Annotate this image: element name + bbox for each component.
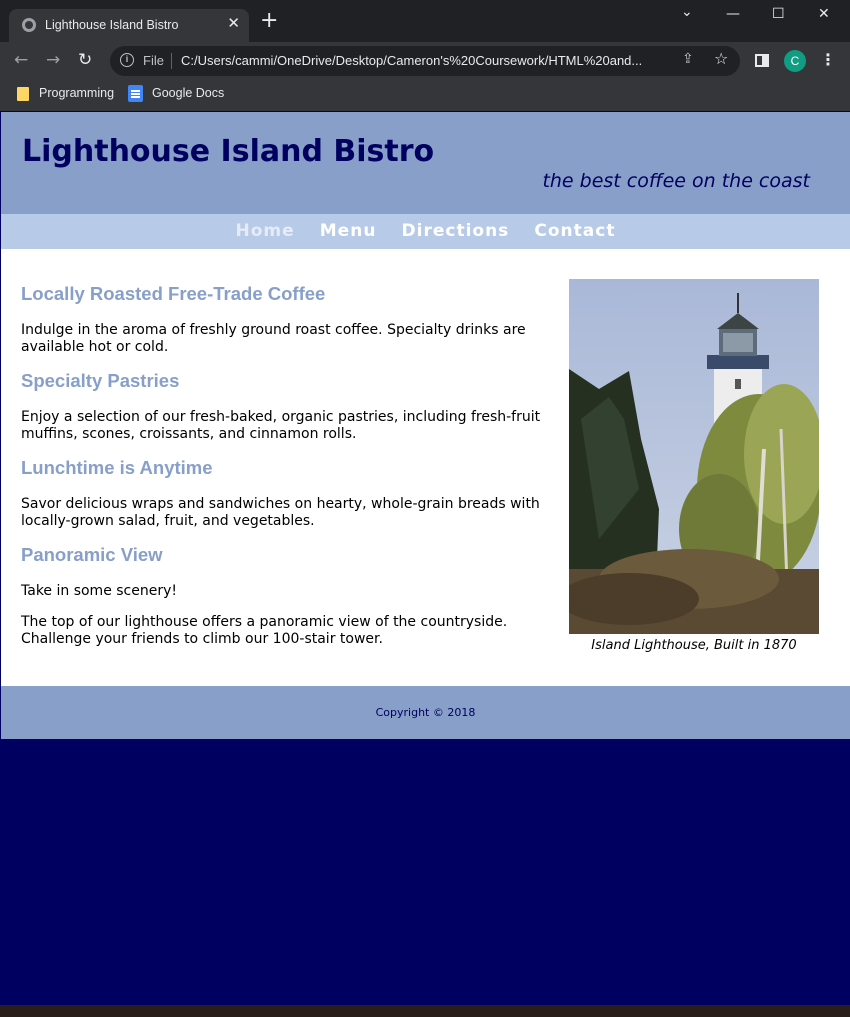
- section-heading-view: Panoramic View: [21, 544, 163, 565]
- section-text-view-2: The top of our lighthouse offers a panor…: [21, 614, 508, 647]
- site-tagline: the best coffee on the coast: [542, 170, 810, 192]
- scheme-label: File: [143, 53, 164, 68]
- site-title: Lighthouse Island Bistro: [22, 134, 435, 169]
- section-text-coffee: Indulge in the aroma of freshly ground r…: [21, 322, 526, 355]
- google-docs-icon: [128, 85, 143, 102]
- globe-icon: [22, 18, 36, 32]
- section-text-view-1: Take in some scenery!: [21, 583, 178, 599]
- new-tab-button[interactable]: +: [260, 10, 278, 32]
- forward-button[interactable]: →: [46, 50, 60, 70]
- nav-contact-link[interactable]: Contact: [534, 214, 615, 249]
- bookmark-google-docs[interactable]: Google Docs: [152, 86, 224, 100]
- content-column: Locally Roasted Free-Trade Coffee Indulg…: [21, 283, 566, 648]
- share-icon[interactable]: ⇪: [682, 51, 694, 67]
- bookmark-star-icon[interactable]: ☆: [714, 49, 728, 68]
- site-header: Lighthouse Island Bistro the best coffee…: [1, 112, 850, 214]
- profile-avatar[interactable]: C: [784, 50, 806, 72]
- side-panel-icon[interactable]: [755, 54, 769, 67]
- tab-title: Lighthouse Island Bistro: [45, 18, 179, 32]
- menu-icon[interactable]: ⋮: [820, 50, 836, 69]
- folder-icon: [17, 87, 29, 101]
- browser-window: Lighthouse Island Bistro ✕ + ⌄ — ☐ ✕ ← →…: [0, 0, 850, 111]
- section-text-lunch: Savor delicious wraps and sandwiches on …: [21, 496, 540, 529]
- section-heading-pastries: Specialty Pastries: [21, 370, 180, 391]
- copyright-text: Copyright © 2018: [375, 706, 476, 719]
- divider: [171, 53, 172, 69]
- reload-button[interactable]: ↻: [78, 50, 92, 70]
- section-heading-coffee: Locally Roasted Free-Trade Coffee: [21, 283, 326, 304]
- back-button[interactable]: ←: [14, 50, 28, 70]
- info-icon[interactable]: i: [120, 53, 134, 67]
- browser-toolbar: ← → ↻ i File C:/Users/cammi/OneDrive/Des…: [0, 42, 850, 80]
- maximize-button[interactable]: ☐: [772, 6, 785, 22]
- url-text[interactable]: C:/Users/cammi/OneDrive/Desktop/Cameron'…: [181, 53, 673, 68]
- lighthouse-figure: Island Lighthouse, Built in 1870: [569, 279, 819, 653]
- tab-strip: Lighthouse Island Bistro ✕ + ⌄ — ☐ ✕: [0, 0, 850, 42]
- site-nav: Home Menu Directions Contact: [1, 214, 850, 249]
- taskbar-edge: [0, 1005, 850, 1017]
- nav-menu-link[interactable]: Menu: [320, 214, 377, 249]
- bookmark-programming[interactable]: Programming: [39, 86, 114, 100]
- minimize-button[interactable]: —: [726, 6, 740, 22]
- browser-tab[interactable]: Lighthouse Island Bistro ✕: [9, 9, 249, 42]
- section-text-pastries: Enjoy a selection of our fresh-baked, or…: [21, 409, 541, 442]
- close-window-button[interactable]: ✕: [818, 6, 830, 22]
- lighthouse-photo: [569, 279, 819, 634]
- main-content: Locally Roasted Free-Trade Coffee Indulg…: [1, 249, 850, 686]
- address-bar[interactable]: i File C:/Users/cammi/OneDrive/Desktop/C…: [110, 46, 740, 76]
- site-footer: Copyright © 2018: [1, 686, 850, 739]
- close-tab-icon[interactable]: ✕: [227, 14, 240, 32]
- tab-search-icon[interactable]: ⌄: [681, 4, 693, 20]
- nav-home-link[interactable]: Home: [236, 214, 295, 249]
- figure-caption: Island Lighthouse, Built in 1870: [591, 638, 797, 653]
- section-heading-lunch: Lunchtime is Anytime: [21, 457, 213, 478]
- nav-directions-link[interactable]: Directions: [402, 214, 510, 249]
